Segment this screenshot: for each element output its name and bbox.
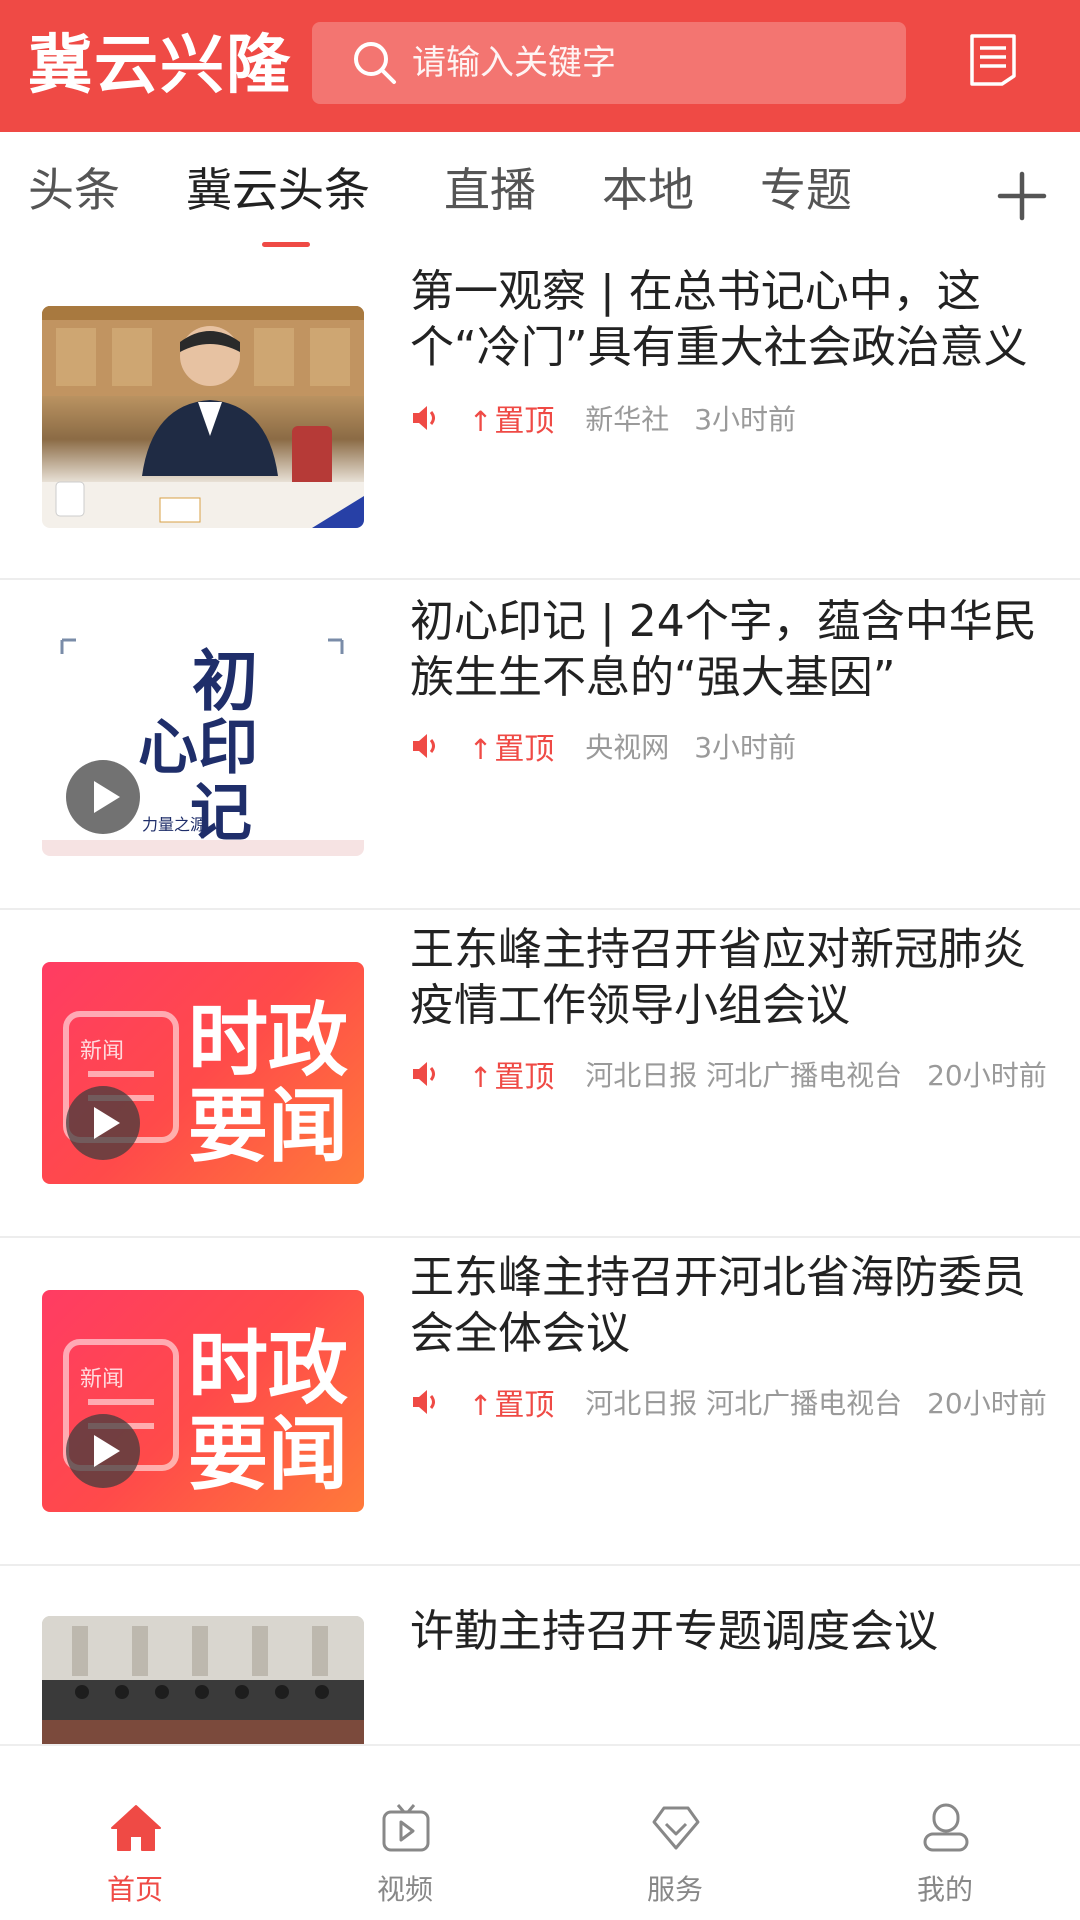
pinned-badge: ↑置顶 [469, 1380, 554, 1424]
pinned-label: 置顶 [494, 1388, 555, 1423]
pin-arrow-icon: ↑ [468, 1389, 493, 1422]
article-time: 3小时前 [694, 731, 797, 764]
article-meta: ↑置顶 新华社 3小时前 [410, 396, 797, 439]
pinned-badge: ↑置顶 [469, 1052, 554, 1096]
article-thumbnail: 新闻 时政要闻 [42, 962, 364, 1184]
speaker-icon[interactable] [410, 1058, 442, 1090]
article-time: 20小时前 [927, 1387, 1047, 1420]
article-thumbnail [42, 306, 364, 528]
pinned-badge: ↑置顶 [469, 396, 554, 440]
bottom-navigation: 首页 视频 服务 我的 [0, 1744, 1080, 1920]
article-item[interactable]: 新闻 时政要闻 王东峰主持召开省应对新冠肺炎疫情工作领导小组会议 ↑置顶 河北日… [0, 910, 1080, 1238]
calligraphy-char-3: 记 [190, 776, 252, 849]
search-icon [354, 42, 396, 84]
nav-me-label: 我的 [916, 1873, 973, 1906]
banner-big-text: 时政要闻 [188, 1322, 348, 1501]
article-source: 河北日报 河北广播电视台 [585, 1387, 903, 1420]
article-title: 初心印记 | 24个字，蕴含中华民族生生不息的“强大基因” [410, 596, 1037, 703]
article-meta: ↑置顶 央视网 3小时前 [410, 724, 797, 767]
channel-tabs: 头条 冀云头条 直播 本地 专题 [0, 132, 1080, 252]
article-title: 王东峰主持召开河北省海防委员会全体会议 [410, 1252, 1026, 1359]
diamond-icon [652, 1806, 700, 1850]
speaker-icon[interactable] [410, 402, 442, 434]
photo-illustration [42, 306, 364, 528]
search-placeholder: 请输入关键字 [412, 43, 616, 83]
pin-arrow-icon: ↑ [468, 1061, 493, 1094]
article-item[interactable]: 初 心印 记 力量之源 初心印记 | 24个字，蕴含中华民族生生不息的“强大基因… [0, 582, 1080, 910]
article-meta: ↑置顶 河北日报 河北广播电视台 20小时前 [410, 1052, 1047, 1095]
pin-arrow-icon: ↑ [468, 405, 493, 438]
calligraphy-char-1: 初 [192, 642, 258, 720]
calligraphy-subtitle: 力量之源 [142, 815, 206, 834]
search-bar[interactable]: 请输入关键字 [312, 22, 906, 104]
tab-toutiao[interactable]: 头条 [28, 162, 120, 218]
tab-topics[interactable]: 专题 [760, 162, 852, 218]
tab-live[interactable]: 直播 [444, 162, 536, 218]
tab-local[interactable]: 本地 [602, 162, 694, 218]
tab-jiyun-toutiao[interactable]: 冀云头条 [186, 162, 370, 218]
nav-services-label: 服务 [646, 1873, 703, 1906]
calligraphy-char-2: 心印 [138, 713, 258, 783]
pinned-label: 置顶 [494, 732, 555, 767]
news-list-icon[interactable] [968, 32, 1018, 88]
active-tab-indicator [262, 242, 310, 247]
banner-text-line: 时政 [188, 994, 348, 1087]
nav-video-label: 视频 [376, 1873, 433, 1906]
article-time: 3小时前 [694, 403, 797, 436]
pinned-label: 置顶 [494, 404, 555, 439]
article-thumbnail: 初 心印 记 力量之源 [42, 634, 364, 856]
article-title: 许勤主持召开专题调度会议 [410, 1606, 938, 1657]
banner-text-line: 时政 [188, 1322, 348, 1415]
user-icon [923, 1803, 969, 1852]
pinned-label: 置顶 [494, 1060, 555, 1095]
speaker-icon[interactable] [410, 730, 442, 762]
article-item[interactable]: 新闻 时政要闻 王东峰主持召开河北省海防委员会全体会议 ↑置顶 河北日报 河北广… [0, 1238, 1080, 1566]
nav-me[interactable]: 我的 [810, 1746, 1080, 1920]
nav-video[interactable]: 视频 [270, 1746, 540, 1920]
article-title: 王东峰主持召开省应对新冠肺炎疫情工作领导小组会议 [410, 924, 1026, 1031]
article-item[interactable]: 第一观察 | 在总书记心中，这个“冷门”具有重大社会政治意义 ↑置顶 新华社 3… [0, 252, 1080, 580]
tv-play-icon [382, 1804, 430, 1852]
plus-icon[interactable] [996, 170, 1048, 222]
article-time: 20小时前 [927, 1059, 1047, 1092]
article-item[interactable]: 许勤主持召开专题调度会议 [0, 1566, 1080, 1744]
news-tag-text: 新闻 [80, 1367, 124, 1392]
pinned-badge: ↑置顶 [469, 724, 554, 768]
article-source: 新华社 [585, 403, 670, 436]
article-title: 第一观察 | 在总书记心中，这个“冷门”具有重大社会政治意义 [410, 266, 1028, 373]
video-play-icon[interactable] [66, 760, 140, 834]
meeting-photo-illustration [42, 1616, 364, 1744]
app-header: 冀云兴隆 请输入关键字 [0, 0, 1080, 132]
banner-text-line: 要闻 [188, 1408, 348, 1501]
nav-services[interactable]: 服务 [540, 1746, 810, 1920]
article-source: 河北日报 河北广播电视台 [585, 1059, 903, 1092]
banner-big-text: 时政要闻 [188, 994, 348, 1173]
speaker-icon[interactable] [410, 1386, 442, 1418]
nav-home[interactable]: 首页 [0, 1746, 270, 1920]
video-play-icon[interactable] [66, 1086, 140, 1160]
article-thumbnail: 新闻 时政要闻 [42, 1290, 364, 1512]
video-play-icon[interactable] [66, 1414, 140, 1488]
home-icon [111, 1805, 161, 1851]
banner-text-line: 要闻 [188, 1080, 348, 1173]
article-thumbnail [42, 1616, 364, 1744]
pin-arrow-icon: ↑ [468, 733, 493, 766]
article-source: 央视网 [585, 731, 670, 764]
app-logo: 冀云兴隆 [28, 29, 292, 103]
article-meta: ↑置顶 河北日报 河北广播电视台 20小时前 [410, 1380, 1047, 1423]
nav-home-label: 首页 [106, 1873, 163, 1906]
news-tag-text: 新闻 [80, 1039, 124, 1064]
